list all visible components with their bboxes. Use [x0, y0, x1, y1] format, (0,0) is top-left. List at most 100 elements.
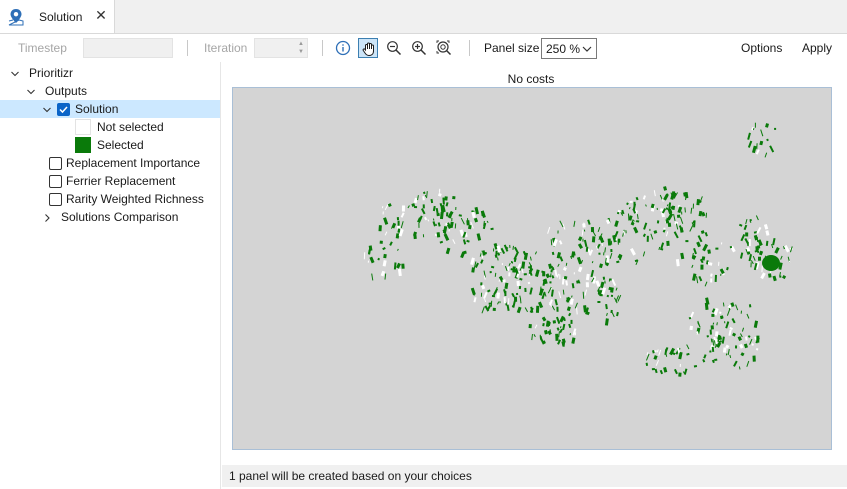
planning-unit: [642, 233, 646, 238]
planning-unit: [675, 259, 680, 267]
info-icon[interactable]: [333, 38, 353, 58]
tree-node-solutions-comparison[interactable]: Solutions Comparison: [0, 208, 220, 226]
planning-unit: [654, 350, 657, 353]
planning-unit: [739, 343, 744, 349]
planning-unit: [636, 214, 639, 220]
planning-unit: [746, 360, 750, 367]
tree-node-solution[interactable]: Solution: [0, 100, 220, 118]
planning-unit: [512, 266, 516, 273]
planning-unit: [729, 326, 733, 331]
planning-unit: [482, 222, 487, 230]
planning-unit: [377, 257, 380, 261]
planning-unit: [529, 256, 532, 261]
planning-unit: [544, 329, 548, 335]
layer-tree: Prioritizr Outputs Solution Not selected…: [0, 62, 221, 489]
planning-unit: [756, 236, 759, 242]
planning-unit: [683, 368, 688, 375]
planning-unit: [587, 219, 591, 225]
tree-node-ferrier-replacement[interactable]: Ferrier Replacement: [0, 172, 220, 190]
planning-unit: [605, 303, 608, 310]
planning-unit: [686, 344, 690, 350]
planning-unit: [434, 233, 438, 236]
status-bar: 1 panel will be created based on your ch…: [222, 465, 847, 487]
planning-unit: [426, 191, 428, 199]
planning-unit: [557, 263, 560, 267]
tree-node-replacement-importance[interactable]: Replacement Importance: [0, 154, 220, 172]
planning-unit: [562, 266, 567, 271]
planning-unit: [751, 145, 757, 154]
planning-unit: [566, 306, 571, 312]
panel-size-dropdown[interactable]: 250 %: [541, 38, 597, 59]
zoom-extent-icon[interactable]: [434, 38, 454, 58]
ferrier-replacement-checkbox[interactable]: [49, 175, 62, 188]
planning-unit: [524, 287, 527, 292]
chevron-down-icon[interactable]: [9, 67, 21, 79]
tree-node-outputs[interactable]: Outputs: [0, 82, 220, 100]
options-button[interactable]: Options: [741, 41, 782, 55]
planning-unit: [571, 337, 576, 344]
panel-size-value: 250 %: [546, 42, 581, 56]
planning-unit: [551, 305, 556, 311]
planning-unit: [680, 252, 685, 260]
stepper-arrows[interactable]: ▲ ▼: [296, 40, 306, 56]
planning-unit: [748, 253, 753, 262]
planning-unit: [672, 191, 676, 199]
planning-unit: [616, 311, 619, 317]
pan-hand-icon[interactable]: [358, 38, 378, 58]
planning-unit: [549, 281, 552, 284]
planning-unit: [550, 269, 553, 273]
planning-unit: [509, 244, 511, 248]
planning-unit: [751, 343, 754, 346]
planning-unit: [689, 225, 694, 232]
planning-unit: [749, 219, 752, 222]
timestep-field[interactable]: [83, 38, 173, 58]
planning-unit: [517, 263, 522, 269]
rarity-weighted-richness-checkbox[interactable]: [49, 193, 62, 206]
planning-unit: [382, 260, 387, 267]
planning-unit: [756, 245, 761, 249]
planning-unit: [519, 277, 523, 281]
planning-unit: [492, 248, 495, 252]
solution-panel: Timestep Iteration ▲▼ Panel size 250 %: [0, 33, 847, 489]
planning-unit: [668, 202, 672, 210]
planning-unit: [435, 207, 439, 214]
planning-unit: [497, 301, 500, 305]
planning-unit: [573, 272, 575, 275]
iteration-stepper[interactable]: ▲ ▼: [254, 38, 308, 58]
solution-map[interactable]: [232, 87, 832, 450]
planning-unit: [512, 245, 514, 250]
tree-node-label: Rarity Weighted Richness: [66, 192, 204, 206]
planning-unit: [551, 275, 555, 279]
planning-unit: [504, 282, 509, 289]
chevron-down-icon[interactable]: [25, 85, 37, 97]
zoom-out-icon[interactable]: [384, 38, 404, 58]
chevron-right-icon[interactable]: [41, 211, 53, 223]
planning-unit: [592, 231, 596, 237]
apply-button[interactable]: Apply: [802, 41, 832, 55]
close-icon[interactable]: ✕: [94, 8, 108, 22]
planning-unit: [628, 207, 631, 210]
planning-unit: [578, 236, 583, 242]
chevron-down-icon[interactable]: [41, 103, 53, 115]
zoom-in-icon[interactable]: [409, 38, 429, 58]
replacement-importance-checkbox[interactable]: [49, 157, 62, 170]
tree-node-rarity-weighted-richness[interactable]: Rarity Weighted Richness: [0, 190, 220, 208]
planning-unit: [754, 122, 756, 128]
planning-unit: [484, 298, 487, 303]
planning-unit: [663, 367, 668, 373]
planning-unit: [382, 211, 384, 215]
planning-unit: [606, 294, 610, 298]
planning-unit: [645, 353, 650, 361]
tree-node-prioritizr[interactable]: Prioritizr: [0, 64, 220, 82]
solution-checkbox[interactable]: [57, 103, 70, 116]
status-text: 1 panel will be created based on your ch…: [229, 469, 472, 483]
timestep-label: Timestep: [18, 41, 67, 55]
planning-unit: [462, 239, 467, 245]
tree-node-label: Prioritizr: [29, 66, 73, 80]
planning-unit: [748, 304, 752, 308]
tab-solution[interactable]: Solution ✕: [0, 0, 115, 33]
planning-unit: [630, 247, 636, 256]
planning-unit: [384, 273, 387, 280]
planning-unit: [395, 233, 400, 239]
planning-unit: [753, 320, 759, 328]
